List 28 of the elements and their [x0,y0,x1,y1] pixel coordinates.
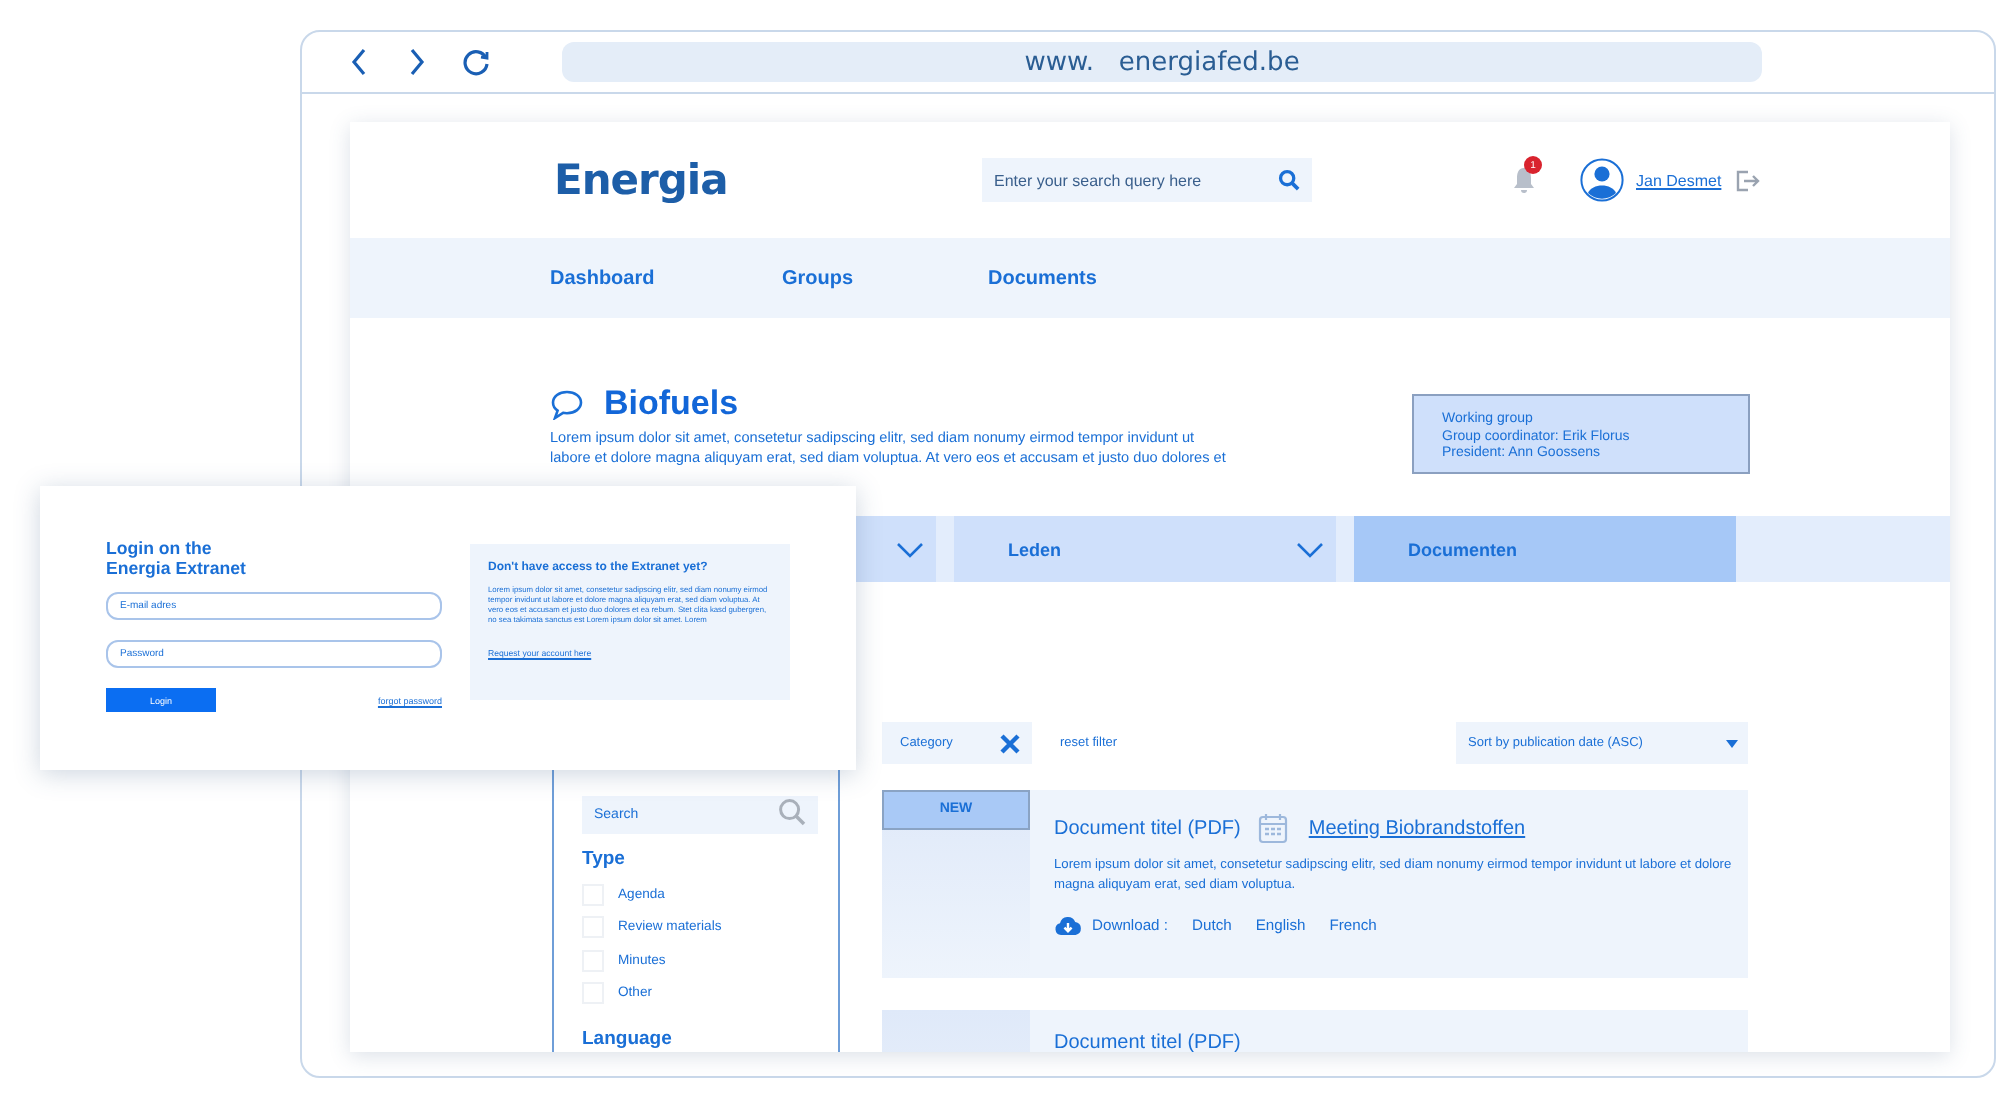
cloud-download-icon [1054,914,1082,936]
tab[interactable]: Documenten [1354,516,1736,582]
nav-link[interactable]: Documents [988,267,1220,289]
document-title[interactable]: Document titel (PDF) [1054,1032,1241,1052]
filter-heading: Language [582,1028,674,1050]
search-field[interactable]: Enter your search query here [982,158,1312,202]
avatar-icon[interactable] [1580,158,1624,202]
meeting-link[interactable]: Meeting Biobrandstoffen [1308,817,1526,839]
logout-icon[interactable] [1735,169,1760,191]
search-icon[interactable] [1278,169,1300,191]
caret-icon [1726,739,1738,747]
speech-bubble-icon [550,389,584,419]
user-name-link[interactable]: Jan Desmet [1636,171,1722,189]
nav-link[interactable]: Groups [782,267,988,289]
nav-link[interactable]: Dashboard [550,267,782,289]
tab[interactable]: Leden [954,516,1336,582]
forward-icon[interactable] [406,48,426,76]
bell-icon[interactable] [1512,166,1536,194]
login-title: Login on the Energia Extranet [106,538,248,578]
document-title[interactable]: Document titel (PDF) [1054,817,1241,839]
back-icon[interactable] [350,48,370,76]
calendar-icon [1258,812,1289,844]
close-icon[interactable] [1000,733,1020,753]
filter-heading: Type [582,848,627,870]
energia-logo[interactable]: Energia [554,156,982,204]
reload-icon[interactable] [462,48,490,76]
address-bar[interactable]: www. energiafed.be [562,42,1762,82]
group-title: Biofuels [604,384,739,424]
